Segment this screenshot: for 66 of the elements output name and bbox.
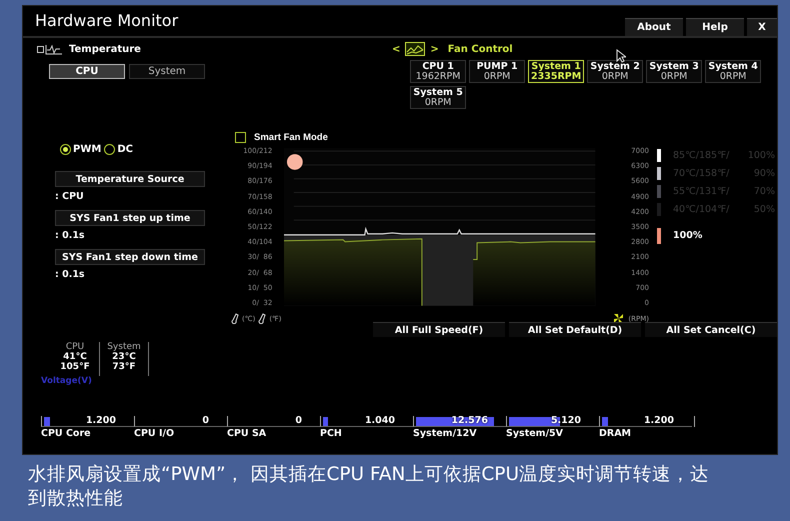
setting-button[interactable]: SYS Fan1 step up time bbox=[55, 210, 205, 226]
thermometer-icon bbox=[231, 313, 239, 324]
previous-arrow[interactable]: < bbox=[392, 44, 400, 54]
fahrenheit-value: 105°F bbox=[60, 362, 90, 372]
help-button[interactable]: Help bbox=[686, 18, 744, 36]
curve-point-temperature: 70℃/158℉/ bbox=[673, 168, 730, 179]
voltage-value: 1.200 bbox=[644, 415, 674, 426]
mouse-cursor-icon bbox=[616, 49, 626, 63]
fan-button[interactable]: System 1 2335RPM bbox=[528, 60, 584, 83]
curve-point-temperature: 85℃/185℉/ bbox=[673, 150, 730, 161]
about-button[interactable]: About bbox=[625, 18, 683, 36]
checkbox-icon[interactable] bbox=[235, 132, 246, 143]
radio-option[interactable]: PWM bbox=[60, 144, 102, 155]
voltage-label: CPU SA bbox=[227, 428, 266, 439]
setting-value: : 0.1s bbox=[55, 269, 86, 280]
setting-button[interactable]: SYS Fan1 step down time bbox=[55, 249, 205, 265]
setting-button[interactable]: Temperature Source bbox=[55, 171, 205, 187]
celsius-value: 23°C bbox=[112, 352, 136, 362]
radio-icon[interactable] bbox=[104, 144, 116, 155]
action-button[interactable]: All Set Cancel(C) bbox=[645, 322, 777, 337]
action-button[interactable]: All Full Speed(F) bbox=[373, 322, 505, 337]
curve-point-temperature: 40℃/104℉/ bbox=[673, 204, 730, 215]
setting-value: : 0.1s bbox=[55, 230, 86, 241]
fan-button[interactable]: System 5 0RPM bbox=[410, 86, 466, 109]
reading-label: System bbox=[107, 342, 141, 352]
tab[interactable]: CPU bbox=[49, 64, 125, 79]
curve-point-temperature: 55℃/131℉/ bbox=[673, 186, 730, 197]
setting-value: : CPU bbox=[55, 191, 85, 202]
caption-text: 水排风扇设置成“PWM”， 因其插在CPU FAN上可依据CPU温度实时调节转速，达到散热性能 bbox=[28, 463, 710, 511]
voltage-label: System/12V bbox=[413, 428, 477, 439]
curve-point-percent: 100% bbox=[746, 150, 775, 161]
fan-graph-icon bbox=[405, 42, 426, 56]
voltage-value: 1.040 bbox=[364, 415, 395, 426]
celsius-value: 41°C bbox=[63, 352, 87, 362]
fan-button[interactable]: System 3 0RPM bbox=[646, 60, 702, 83]
next-arrow[interactable]: > bbox=[430, 44, 439, 54]
voltage-label: System/5V bbox=[506, 428, 564, 439]
reading-label: CPU bbox=[66, 342, 84, 352]
curve-point-percent: 70% bbox=[752, 186, 775, 197]
voltage-label: PCH bbox=[320, 428, 342, 439]
tab[interactable]: System bbox=[129, 64, 205, 79]
close-button[interactable]: X bbox=[747, 18, 777, 36]
voltage-label: CPU Core bbox=[41, 428, 91, 439]
fan-button[interactable]: System 4 0RPM bbox=[705, 60, 762, 83]
voltage-value: 0 bbox=[295, 415, 302, 426]
smart-fan-mode-checkbox[interactable]: Smart Fan Mode bbox=[235, 132, 328, 143]
voltage-label: DRAM bbox=[599, 428, 632, 439]
radio-option[interactable]: DC bbox=[104, 144, 133, 155]
fan-button[interactable]: CPU 1 1962RPM bbox=[410, 60, 466, 83]
voltage-title: Voltage(V) bbox=[41, 376, 92, 386]
fan-button[interactable]: PUMP 1 0RPM bbox=[469, 60, 526, 83]
window-title: Hardware Monitor bbox=[35, 11, 180, 30]
voltage-value: 1.200 bbox=[86, 415, 116, 426]
voltage-value: 0 bbox=[202, 415, 209, 426]
radio-icon[interactable] bbox=[60, 144, 71, 155]
curve-point-percent: 50% bbox=[752, 204, 775, 215]
voltage-value: 12.576 bbox=[451, 415, 488, 426]
thermometer-icon bbox=[258, 313, 266, 324]
curve-point-percent: 90% bbox=[752, 168, 775, 179]
fan-button[interactable]: System 2 0RPM bbox=[587, 60, 644, 83]
section-title: Temperature bbox=[69, 44, 141, 54]
current-speed-percent: 100% bbox=[673, 230, 702, 241]
section-title: Fan Control bbox=[448, 44, 513, 54]
fahrenheit-value: 73°F bbox=[112, 362, 136, 372]
action-button[interactable]: All Set Default(D) bbox=[509, 322, 641, 337]
voltage-label: CPU I/O bbox=[134, 428, 174, 439]
